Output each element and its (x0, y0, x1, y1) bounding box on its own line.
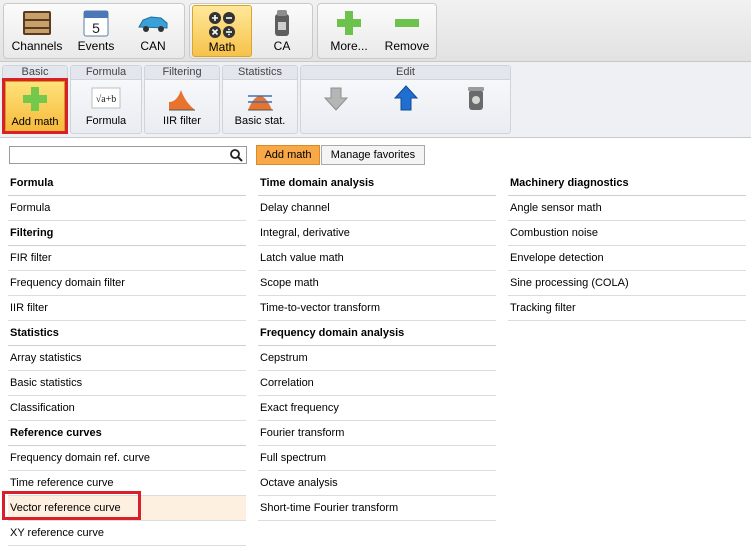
ribbon-group-statistics: Statistics Basic stat. (222, 65, 298, 134)
search-input[interactable] (10, 147, 220, 163)
can-label: CAN (140, 39, 166, 53)
math-list-column-1: Formula Formula Filtering FIR filter Frequen… (8, 171, 246, 546)
list-item-sine-processing-cola[interactable]: Sine processing (COLA) (508, 271, 746, 296)
move-down-button[interactable] (313, 81, 359, 133)
basic-stat-button[interactable]: Basic stat. (225, 81, 295, 133)
list-item-array-statistics[interactable]: Array statistics (8, 346, 246, 371)
formula-icon-text: √a+b (96, 94, 117, 105)
calendar-icon: 5 (83, 10, 109, 37)
tab-manage-favorites[interactable]: Manage favorites (321, 145, 425, 165)
channels-button[interactable]: Channels (6, 4, 68, 58)
tab-add-math[interactable]: Add math (256, 145, 320, 165)
more-button[interactable]: More... (320, 4, 378, 58)
toolbar-group-manage: More... Remove (317, 3, 437, 59)
basic-stat-label: Basic stat. (234, 115, 286, 127)
minus-icon (395, 19, 419, 27)
list-item-scope-math[interactable]: Scope math (258, 271, 496, 296)
ribbon-group-formula-title: Formula (71, 66, 141, 80)
math-button[interactable]: Math (192, 5, 252, 57)
move-up-button[interactable] (383, 81, 429, 133)
section-title-filtering: Filtering (8, 221, 246, 246)
ribbon-group-formula: Formula √a+b Formula (70, 65, 142, 134)
list-item-iir-filter[interactable]: IIR filter (8, 296, 246, 321)
can-button[interactable]: CAN (124, 4, 182, 58)
calendar-day: 5 (92, 20, 100, 36)
ribbon-group-edit: Edit (300, 65, 511, 134)
list-item-latch-value-math[interactable]: Latch value math (258, 246, 496, 271)
list-item-short-time-fourier-transform[interactable]: Short-time Fourier transform (258, 496, 496, 521)
math-list-column-2: Time domain analysis Delay channel Integra… (258, 171, 496, 521)
plus-icon (337, 11, 361, 35)
car-icon (138, 16, 168, 32)
ribbon-group-filtering-title: Filtering (145, 66, 219, 80)
events-button[interactable]: 5 Events (68, 4, 124, 58)
ca-label: CA (273, 39, 291, 53)
formula-icon: √a+b (91, 87, 121, 109)
list-item-integral-derivative[interactable]: Integral, derivative (258, 221, 496, 246)
search-icon[interactable] (229, 148, 243, 162)
ribbon-group-edit-title: Edit (301, 66, 510, 80)
arrow-up-icon (393, 85, 419, 111)
trash-icon (468, 87, 484, 110)
ribbon-group-filtering: Filtering IIR filter (144, 65, 220, 134)
add-icon (23, 87, 47, 111)
remove-label: Remove (384, 39, 430, 53)
list-item-cepstrum[interactable]: Cepstrum (258, 346, 496, 371)
list-item-vector-reference-curve[interactable]: Vector reference curve (8, 496, 246, 521)
section-title-statistics: Statistics (8, 321, 246, 346)
section-title-reference-curves: Reference curves (8, 421, 246, 446)
list-item-formula[interactable]: Formula (8, 196, 246, 221)
math-ribbon: Basic Add math Formula √a+b Formula Filt… (0, 62, 751, 138)
list-item-fir-filter[interactable]: FIR filter (8, 246, 246, 271)
list-item-classification[interactable]: Classification (8, 396, 246, 421)
formula-label: Formula (85, 115, 127, 127)
channels-icon (23, 11, 51, 35)
list-item-tracking-filter[interactable]: Tracking filter (508, 296, 746, 321)
section-title-time-domain-analysis: Time domain analysis (258, 171, 496, 196)
main-toolbar: Channels 5 Events CAN Math CA More... Re… (0, 0, 751, 62)
channels-label: Channels (11, 39, 63, 53)
iir-filter-button[interactable]: IIR filter (147, 81, 217, 133)
list-item-full-spectrum[interactable]: Full spectrum (258, 446, 496, 471)
list-item-basic-statistics[interactable]: Basic statistics (8, 371, 246, 396)
list-item-xy-reference-curve[interactable]: XY reference curve (8, 521, 246, 546)
list-item-delay-channel[interactable]: Delay channel (258, 196, 496, 221)
add-math-label: Add math (11, 116, 59, 128)
ca-icon (275, 10, 289, 36)
search-box (9, 146, 247, 164)
list-item-envelope-detection[interactable]: Envelope detection (508, 246, 746, 271)
list-item-octave-analysis[interactable]: Octave analysis (258, 471, 496, 496)
list-item-angle-sensor-math[interactable]: Angle sensor math (508, 196, 746, 221)
math-icon (209, 12, 235, 38)
add-math-button[interactable]: Add math (5, 81, 65, 133)
list-item-time-to-vector-transform[interactable]: Time-to-vector transform (258, 296, 496, 321)
formula-button[interactable]: √a+b Formula (73, 81, 139, 133)
list-item-frequency-domain-filter[interactable]: Frequency domain filter (8, 271, 246, 296)
delete-button[interactable] (453, 81, 499, 133)
remove-button[interactable]: Remove (378, 4, 436, 58)
section-title-machinery-diagnostics: Machinery diagnostics (508, 171, 746, 196)
ribbon-group-basic: Basic Add math (2, 65, 68, 134)
list-item-correlation[interactable]: Correlation (258, 371, 496, 396)
toolbar-group-acquisition: Channels 5 Events CAN (3, 3, 185, 59)
more-label: More... (330, 39, 368, 53)
toolbar-group-analysis: Math CA (189, 3, 313, 59)
math-label: Math (208, 40, 236, 54)
statistics-icon (248, 95, 273, 111)
ribbon-group-statistics-title: Statistics (223, 66, 297, 80)
section-title-frequency-domain-analysis: Frequency domain analysis (258, 321, 496, 346)
arrow-down-icon (323, 87, 349, 111)
filter-curve-icon (169, 90, 195, 111)
list-item-exact-frequency[interactable]: Exact frequency (258, 396, 496, 421)
iir-filter-label: IIR filter (163, 115, 201, 127)
list-item-combustion-noise[interactable]: Combustion noise (508, 221, 746, 246)
list-item-time-reference-curve[interactable]: Time reference curve (8, 471, 246, 496)
ribbon-group-basic-title: Basic (3, 66, 67, 80)
section-title-formula: Formula (8, 171, 246, 196)
math-list-column-3: Machinery diagnostics Angle sensor math Co… (508, 171, 746, 321)
list-item-frequency-domain-ref-curve[interactable]: Frequency domain ref. curve (8, 446, 246, 471)
events-label: Events (77, 39, 115, 53)
list-item-fourier-transform[interactable]: Fourier transform (258, 421, 496, 446)
ca-button[interactable]: CA (254, 4, 310, 58)
